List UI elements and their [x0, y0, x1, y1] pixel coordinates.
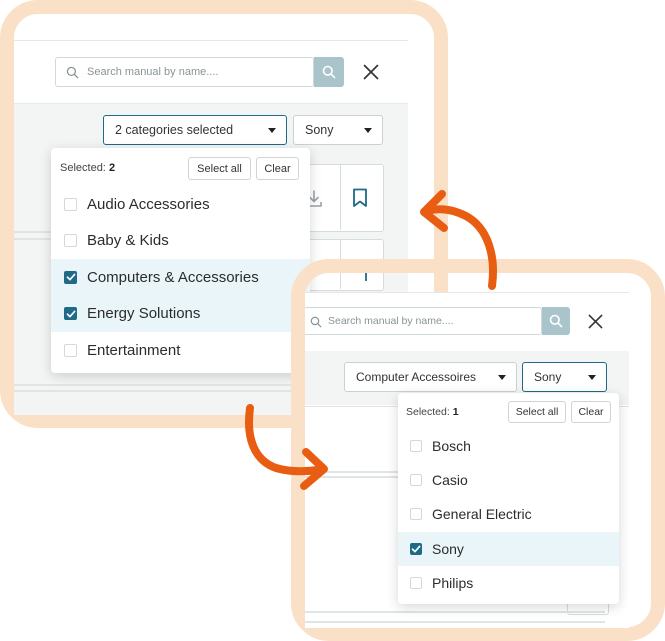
- chevron-down-icon: [498, 375, 506, 380]
- option-label: Philips: [432, 574, 474, 591]
- checkbox[interactable]: [64, 197, 77, 211]
- option-item[interactable]: Bosch: [398, 429, 619, 463]
- select-all-button[interactable]: Select all: [508, 401, 566, 423]
- search-placeholder: Search manual by name....: [328, 315, 454, 327]
- option-item[interactable]: General Electric: [398, 497, 619, 531]
- close-icon[interactable]: [363, 64, 379, 80]
- clear-button[interactable]: Clear: [571, 401, 611, 423]
- search-icon: [66, 66, 79, 79]
- checkbox[interactable]: [410, 440, 422, 453]
- arrow-down-icon: [245, 404, 328, 490]
- checkbox[interactable]: [64, 343, 77, 357]
- option-label: Sony: [432, 540, 464, 557]
- option-label: Audio Accessories: [87, 195, 210, 213]
- checkbox[interactable]: [410, 542, 422, 555]
- checkbox[interactable]: [64, 234, 77, 248]
- option-label: Baby & Kids: [87, 232, 169, 250]
- category-dropdown-value: 2 categories selected: [115, 123, 234, 137]
- option-item[interactable]: Sony: [398, 531, 619, 566]
- option-item[interactable]: Entertainment: [51, 332, 310, 369]
- brand-dropdown[interactable]: Sony: [293, 115, 383, 145]
- check-icon: [66, 273, 75, 281]
- selected-count: 2: [108, 162, 116, 174]
- option-label: Computers & Accessories: [87, 268, 259, 286]
- panel-a-header: Search manual by name....: [14, 41, 408, 104]
- category-menu: Selected: 2 Select all Clear Audio Acces…: [51, 148, 310, 373]
- option-item[interactable]: Audio Accessories: [51, 186, 310, 223]
- brand-dropdown-value: Sony: [305, 123, 334, 137]
- menu-header: Selected: 2 Select all Clear: [51, 148, 310, 186]
- panel-b-header: Search manual by name....: [305, 293, 629, 352]
- checkbox[interactable]: [64, 270, 77, 284]
- checkbox[interactable]: [410, 508, 422, 521]
- search-button[interactable]: [542, 307, 570, 335]
- option-label: Bosch: [432, 438, 471, 455]
- option-label: Casio: [432, 472, 468, 489]
- search-icon: [549, 314, 563, 328]
- search-icon: [310, 316, 322, 328]
- checkbox[interactable]: [410, 576, 422, 589]
- check-icon: [411, 545, 421, 553]
- option-item[interactable]: Casio: [398, 463, 619, 497]
- search-input[interactable]: Search manual by name....: [55, 57, 314, 87]
- panel-b: Search manual by name.... Computer Acces…: [305, 292, 629, 628]
- check-icon: [66, 310, 75, 318]
- close-icon[interactable]: [588, 314, 603, 329]
- option-item[interactable]: Baby & Kids: [51, 223, 310, 260]
- category-dropdown-value: Computer Accessoires: [356, 370, 477, 384]
- option-item[interactable]: Computers & Accessories: [51, 259, 310, 296]
- option-label: General Electric: [432, 506, 532, 523]
- brand-dropdown[interactable]: Sony: [522, 362, 607, 392]
- option-item[interactable]: Philips: [398, 566, 619, 600]
- option-label: Entertainment: [87, 341, 181, 359]
- menu-header: Selected: 1 Select all Clear: [398, 393, 619, 429]
- selected-count-label: Selected: 1: [406, 406, 459, 418]
- checkbox[interactable]: [64, 307, 77, 321]
- divider: [305, 611, 605, 613]
- bookmark-icon[interactable]: [352, 188, 368, 208]
- option-item[interactable]: Energy Solutions: [51, 295, 310, 332]
- category-dropdown[interactable]: Computer Accessoires: [344, 362, 517, 392]
- divider: [305, 621, 605, 623]
- search-icon: [322, 65, 336, 79]
- checkbox[interactable]: [410, 474, 422, 487]
- clear-button[interactable]: Clear: [256, 157, 299, 180]
- search-placeholder: Search manual by name....: [87, 66, 219, 78]
- category-dropdown[interactable]: 2 categories selected: [103, 115, 287, 145]
- chevron-down-icon: [268, 128, 276, 133]
- selected-count: 1: [452, 406, 459, 418]
- arrow-up-icon: [420, 190, 497, 290]
- select-all-button[interactable]: Select all: [188, 157, 251, 180]
- chevron-down-icon: [364, 128, 372, 133]
- brand-menu: Selected: 1 Select all Clear Bosch Casio G…: [398, 393, 619, 604]
- selected-count-label: Selected: 2: [60, 162, 116, 174]
- brand-dropdown-value: Sony: [534, 370, 562, 384]
- option-label: Energy Solutions: [87, 305, 201, 323]
- search-button[interactable]: [314, 57, 344, 87]
- search-input[interactable]: Search manual by name....: [305, 307, 542, 335]
- chevron-down-icon: [588, 375, 596, 380]
